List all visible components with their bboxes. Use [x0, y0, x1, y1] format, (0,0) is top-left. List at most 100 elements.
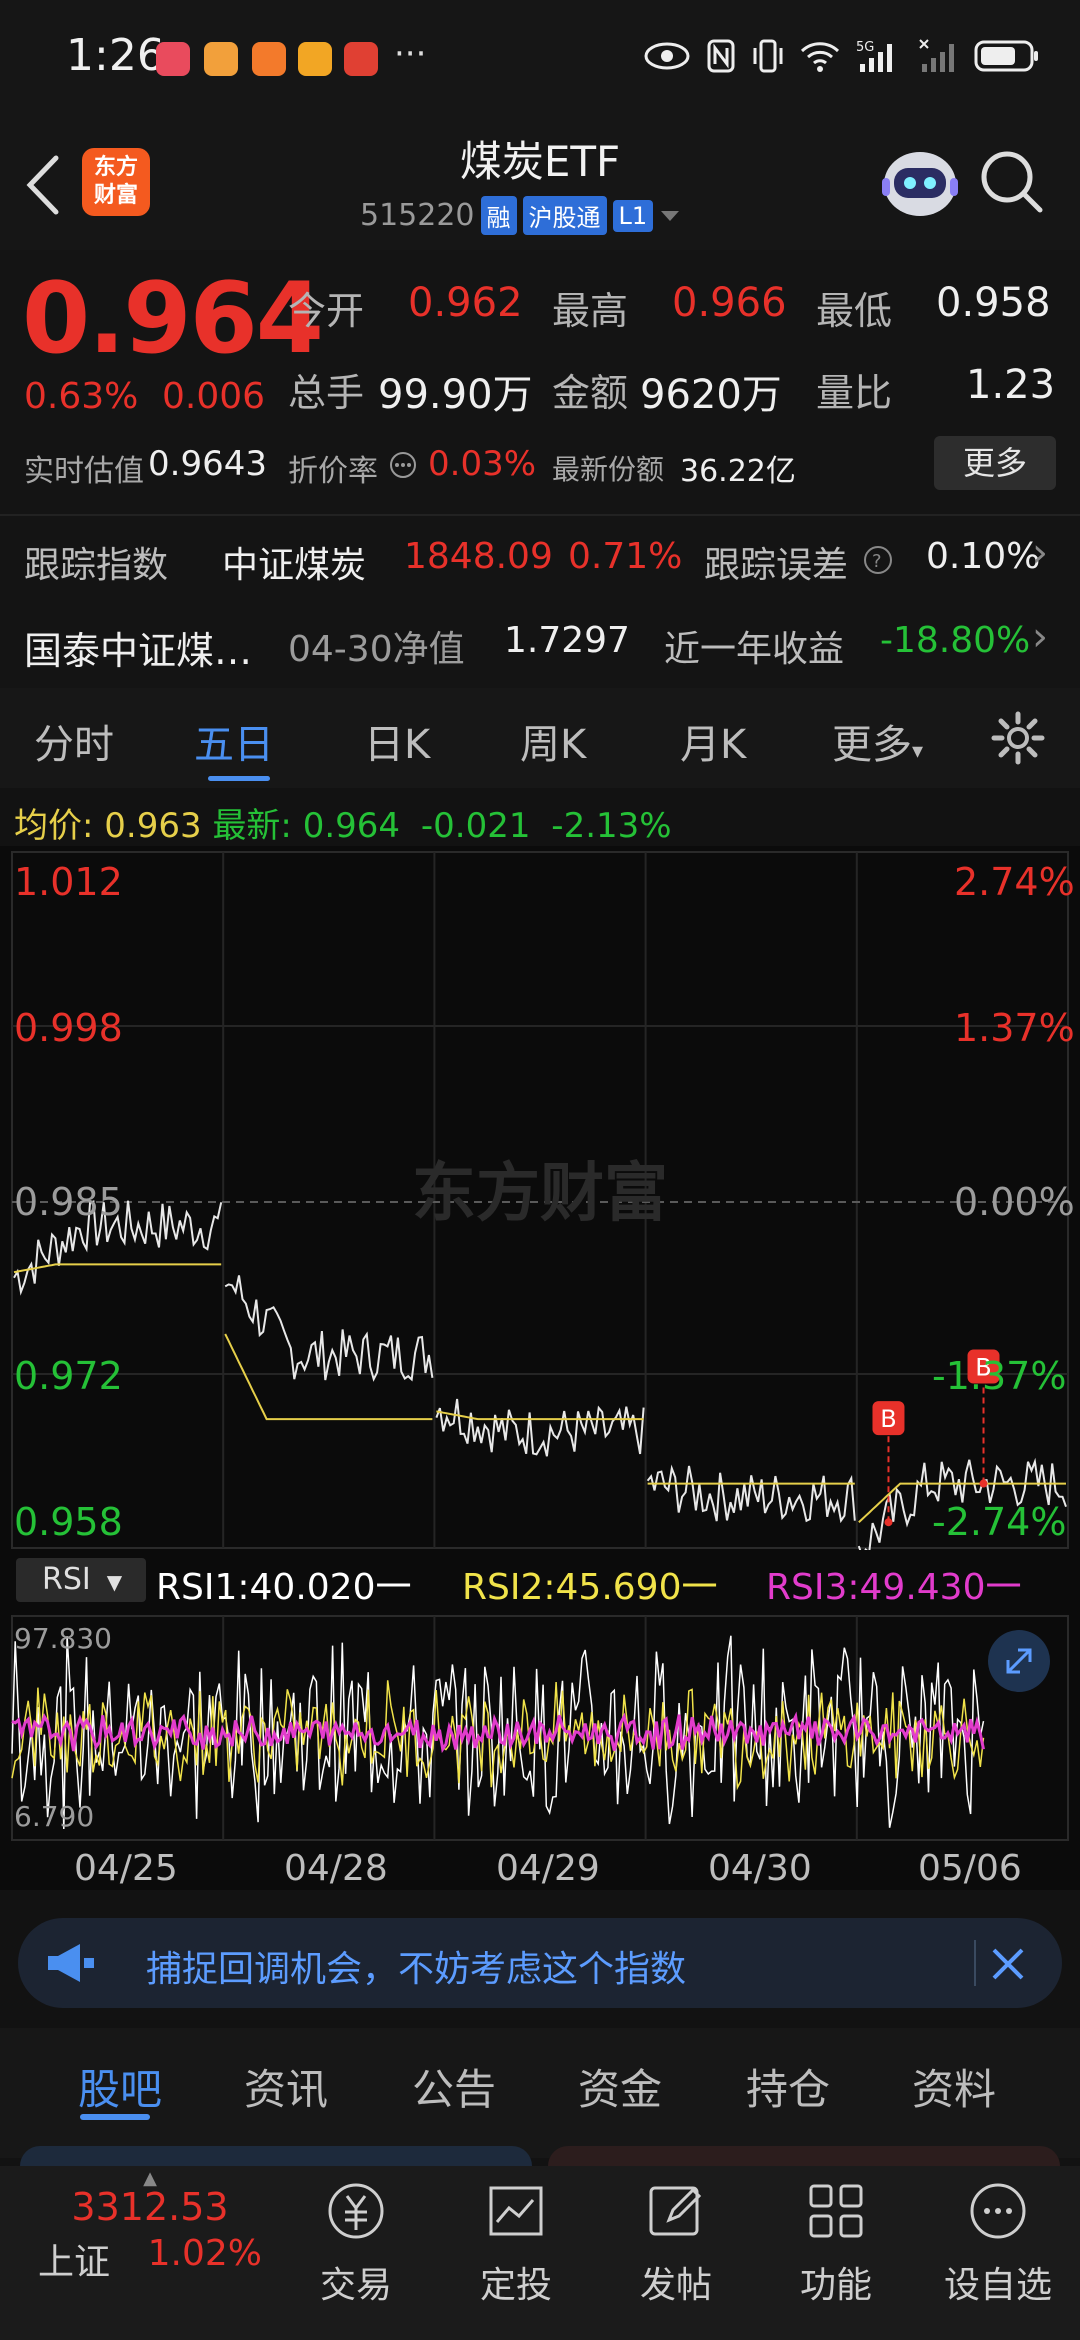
rsi-indicator-select[interactable]: RSI ▼: [16, 1558, 146, 1602]
trade-icon: [328, 2183, 384, 2239]
rsi-min: 6.790: [14, 1800, 95, 1833]
tab-holdings[interactable]: 持仓: [746, 2056, 830, 2117]
nav-value: 1.7297: [504, 620, 630, 661]
chevron-right-icon[interactable]: ›: [1032, 614, 1048, 660]
nav-label: 04-30净值: [288, 629, 465, 670]
y-right-1: 1.37%: [954, 1006, 1075, 1050]
signal-icon: [919, 39, 954, 72]
tracking-error-value: 0.10%: [926, 536, 1041, 577]
card-peek: [20, 2146, 532, 2166]
x-label-2: 04/29: [496, 1848, 600, 1889]
nfc-icon: [707, 39, 735, 73]
svg-text:?: ?: [872, 551, 882, 572]
chevron-right-icon[interactable]: ›: [1032, 530, 1048, 576]
connect-tag: 沪股通: [522, 196, 607, 235]
megaphone-icon: [48, 1944, 94, 1982]
nav-watchlist[interactable]: 设自选: [928, 2176, 1068, 2308]
more-button[interactable]: 更多: [934, 436, 1056, 490]
change-percent: 0.63%: [24, 376, 139, 417]
tab-news[interactable]: 资讯: [244, 2056, 328, 2117]
open-label: 今开: [288, 289, 365, 333]
tracking-index[interactable]: 中证煤炭: [222, 536, 366, 588]
price-line-day-4: [646, 1464, 856, 1524]
current-price: 0.964: [22, 262, 324, 376]
index-widget-name: 上证: [38, 2242, 111, 2283]
banner-text[interactable]: 捕捉回调机会，不妨考虑这个指数: [146, 1940, 686, 1992]
fullscreen-button[interactable]: [988, 1630, 1050, 1692]
price-chart[interactable]: 东方财富 BB: [0, 850, 1080, 1550]
y-right-4: -2.74%: [932, 1500, 1067, 1544]
index-widget-value: 3312.53: [71, 2185, 229, 2229]
tab-funds[interactable]: 资金: [578, 2056, 662, 2117]
tab-intraday[interactable]: 分时: [34, 712, 114, 770]
x-label-0: 04/25: [74, 1848, 178, 1889]
buy-marker: B: [872, 1401, 905, 1527]
watermark: 东方财富: [412, 1157, 668, 1231]
chart-doc-icon: [489, 2186, 543, 2236]
premium-value: 0.03%: [428, 444, 537, 484]
nav-post[interactable]: 发帖: [606, 2176, 746, 2308]
help-icon[interactable]: ?: [862, 544, 894, 576]
status-time: 1:26: [66, 30, 165, 81]
signal-5g-icon: 5G: [856, 40, 892, 72]
x-label-1: 04/28: [284, 1848, 388, 1889]
app-notification-icon: [156, 42, 190, 76]
ratio-value: 1.23: [966, 362, 1056, 408]
year-return-value: -18.80%: [880, 620, 1031, 661]
app-notification-icon: [252, 42, 286, 76]
low-value: 0.958: [936, 280, 1051, 326]
weibo-icon: [204, 42, 238, 76]
avg-line-day-3: [436, 1410, 644, 1421]
banner-divider: [974, 1940, 976, 1986]
rsi-max: 97.830: [14, 1622, 112, 1655]
tab-announcements[interactable]: 公告: [412, 2056, 496, 2117]
tab-five-day[interactable]: 五日: [194, 712, 274, 770]
info-icon[interactable]: [388, 450, 418, 480]
app-notification-icon: [344, 42, 378, 76]
ratio-label: 量比: [816, 371, 893, 415]
rsi2-value: RSI2:45.690一: [462, 1567, 718, 1608]
vibrate-icon: [753, 39, 783, 73]
tab-more[interactable]: 更多▾: [832, 712, 923, 770]
edit-icon: [649, 2186, 702, 2236]
price-line-day-2: [224, 1275, 434, 1382]
tracking-error-label: 跟踪误差: [704, 545, 849, 586]
svg-text:B: B: [880, 1405, 896, 1433]
amount-value: 9620万: [640, 372, 782, 418]
rsi3-value: RSI3:49.430一: [766, 1567, 1022, 1608]
high-label: 最高: [552, 289, 629, 333]
year-return-label: 近一年收益: [664, 629, 845, 670]
y-left-3: 0.972: [14, 1354, 123, 1398]
settings-gear-icon[interactable]: [990, 710, 1046, 766]
subtab-indicator: [80, 2114, 150, 2120]
tab-monthly-k[interactable]: 月K: [680, 712, 746, 770]
margin-tag: 融: [480, 196, 517, 235]
app-notification-icon: [298, 42, 332, 76]
chart-info-line: 均价: 0.963 最新: 0.964 -0.021 -2.13%: [14, 806, 672, 846]
volume-value: 99.90万: [378, 372, 533, 418]
stock-code-row[interactable]: 515220 融 沪股通 L1: [360, 196, 681, 235]
avg-line-day-1: [13, 1263, 222, 1274]
close-icon[interactable]: [990, 1946, 1026, 1982]
search-icon[interactable]: [976, 146, 1046, 216]
fund-name[interactable]: 国泰中证煤…: [24, 620, 252, 675]
divider: [0, 514, 1080, 516]
nav-features[interactable]: 功能: [766, 2176, 906, 2308]
more-circle-icon: [970, 2183, 1026, 2239]
open-value: 0.962: [408, 280, 523, 326]
low-label: 最低: [816, 289, 893, 333]
tab-weekly-k[interactable]: 周K: [520, 712, 586, 770]
tab-daily-k[interactable]: 日K: [364, 712, 430, 770]
change-amount: 0.006: [162, 376, 266, 417]
y-left-0: 1.012: [14, 860, 123, 904]
index-widget[interactable]: ▲ 3312.53 上证 1.02%: [20, 2168, 280, 2285]
tab-profile[interactable]: 资料: [912, 2056, 996, 2117]
shares-label: 最新份额: [552, 453, 665, 486]
nav-invest-plan[interactable]: 定投: [446, 2176, 586, 2308]
expand-icon: [1006, 1648, 1032, 1674]
tab-forum[interactable]: 股吧: [78, 2056, 162, 2117]
volume-label: 总手: [288, 371, 365, 415]
robot-assistant-icon[interactable]: [870, 138, 970, 228]
rsi-chart[interactable]: [0, 1614, 1080, 1842]
nav-trade[interactable]: 交易: [286, 2176, 426, 2308]
